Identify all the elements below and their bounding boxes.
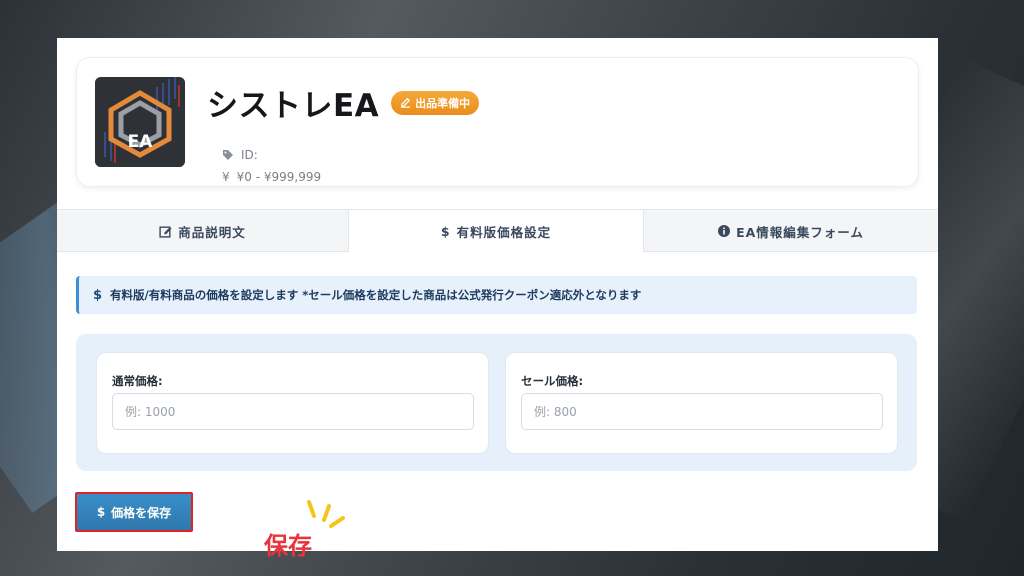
info-notice: $ 有料版/有料商品の価格を設定します *セール価格を設定した商品は公式発行クー…: [76, 276, 917, 314]
info-icon: [718, 225, 731, 237]
sparkle-icon: [307, 500, 345, 528]
dollar-icon: $: [96, 505, 106, 519]
info-notice-text: 有料版/有料商品の価格を設定します *セール価格を設定した商品は公式発行クーポン…: [110, 288, 642, 302]
dollar-icon: $: [440, 223, 451, 239]
product-id-label: ID:: [241, 148, 258, 162]
regular-price-label: 通常価格:: [112, 374, 163, 388]
product-edit-panel: EA シストレEA 出品準備中 ID: ¥ ¥0 - ¥999,999 商品説明…: [57, 38, 938, 560]
tag-icon: [223, 150, 233, 160]
product-id: ID:: [222, 148, 258, 162]
product-header-card: EA シストレEA 出品準備中 ID: ¥ ¥0 - ¥999,999: [76, 57, 919, 187]
price-range-text: ¥0 - ¥999,999: [236, 170, 322, 184]
sale-price-card: セール価格:: [505, 352, 898, 454]
tab-ea-info[interactable]: EA情報編集フォーム: [644, 210, 938, 252]
edit-icon: [159, 225, 172, 238]
sale-price-label: セール価格:: [521, 374, 584, 388]
price-settings-area: 通常価格: セール価格:: [76, 334, 917, 471]
status-badge: 出品準備中: [391, 90, 480, 115]
tab-bar: 商品説明文 $ 有料版価格設定 EA情報編集フォーム: [57, 209, 938, 252]
tab-description[interactable]: 商品説明文: [57, 210, 348, 252]
tab-description-label: 商品説明文: [178, 224, 246, 240]
product-title: シストレEA: [207, 88, 380, 124]
regular-price-card: 通常価格:: [96, 352, 489, 454]
sale-price-input[interactable]: [521, 393, 883, 430]
tab-paid-price[interactable]: $ 有料版価格設定: [348, 209, 644, 252]
yen-icon: ¥: [222, 170, 230, 184]
tab-paid-price-label: 有料版価格設定: [456, 224, 552, 240]
regular-price-input[interactable]: [112, 393, 474, 430]
edit-icon: [401, 97, 411, 108]
tab-ea-info-label: EA情報編集フォーム: [736, 224, 864, 240]
save-price-button[interactable]: $ 価格を保存: [75, 492, 193, 532]
product-thumbnail: EA: [95, 77, 185, 167]
product-price-range: ¥ ¥0 - ¥999,999: [222, 170, 321, 184]
status-badge-label: 出品準備中: [415, 96, 471, 110]
thumbnail-logo-text: EA: [128, 132, 154, 152]
save-price-button-label: 価格を保存: [111, 505, 172, 520]
dollar-icon: $: [93, 287, 103, 303]
